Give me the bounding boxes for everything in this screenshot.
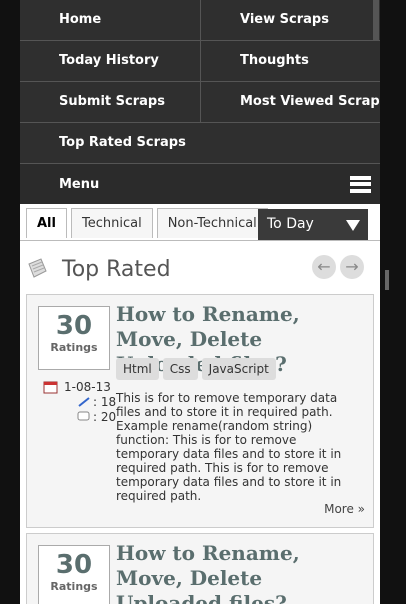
hamburger-icon[interactable] (350, 175, 371, 193)
scrap-title[interactable]: How to Rename, Move, Delete Uploaded fil… (116, 541, 366, 604)
rating-label: Ratings (50, 341, 98, 354)
tag[interactable]: Html (116, 358, 159, 380)
nav-home[interactable]: Home (20, 0, 200, 40)
tabs-divider (20, 240, 380, 241)
rating-label: Ratings (50, 580, 98, 593)
calendar-icon (43, 381, 58, 393)
nav-top-rated[interactable]: Top Rated Scraps (20, 123, 380, 163)
scrap-views: : 18 (93, 394, 117, 409)
menu-label: Menu (59, 176, 100, 192)
tag[interactable]: JavaScript (201, 358, 276, 380)
nav-thoughts[interactable]: Thoughts (200, 41, 380, 81)
category-tabs: All Technical Non-Technical (26, 208, 272, 238)
next-arrow-icon[interactable]: → (340, 255, 364, 279)
main-nav: Home View Scraps Today History Thoughts … (20, 0, 380, 204)
section-title: Top Rated (62, 257, 171, 282)
tab-all[interactable]: All (26, 208, 67, 238)
comment-icon (77, 411, 90, 420)
menu-bar[interactable]: Menu (20, 164, 380, 204)
rating-count: 30 (55, 550, 93, 580)
scrap-meta: 1-08-13 : 18 : 20 (43, 379, 116, 424)
nav-today-history[interactable]: Today History (20, 41, 200, 81)
app-frame: Home View Scraps Today History Thoughts … (20, 0, 380, 604)
scrap-card: 30 Ratings How to Rename, Move, Delete U… (26, 294, 374, 528)
scrap-card: 30 Ratings How to Rename, Move, Delete U… (26, 533, 374, 604)
scroll-icon (28, 258, 47, 278)
rating-count: 30 (55, 311, 93, 341)
nav-scrollbar[interactable] (373, 0, 379, 40)
tab-non-technical[interactable]: Non-Technical (156, 208, 268, 238)
period-select[interactable]: To Day (258, 209, 368, 240)
nav-view-scraps[interactable]: View Scraps (200, 0, 380, 40)
views-icon (78, 396, 90, 407)
rating-box: 30 Ratings (38, 306, 110, 370)
caret-down-icon (346, 220, 360, 231)
rating-box: 30 Ratings (38, 545, 110, 604)
tab-technical[interactable]: Technical (70, 208, 153, 238)
period-select-value: To Day (267, 216, 314, 232)
nav-submit-scraps[interactable]: Submit Scraps (20, 82, 200, 122)
scrap-comments: : 20 (93, 409, 117, 424)
prev-arrow-icon[interactable]: ← (312, 255, 336, 279)
scrap-description: This is for to remove temporary data fil… (116, 391, 342, 503)
page-scrollbar[interactable] (385, 270, 389, 290)
more-link[interactable]: More » (324, 502, 365, 516)
scrap-date: 1-08-13 (64, 379, 111, 394)
nav-most-viewed[interactable]: Most Viewed Scraps (200, 82, 380, 122)
tag[interactable]: Css (162, 358, 198, 380)
tag-list: Html Css JavaScript (116, 358, 280, 380)
